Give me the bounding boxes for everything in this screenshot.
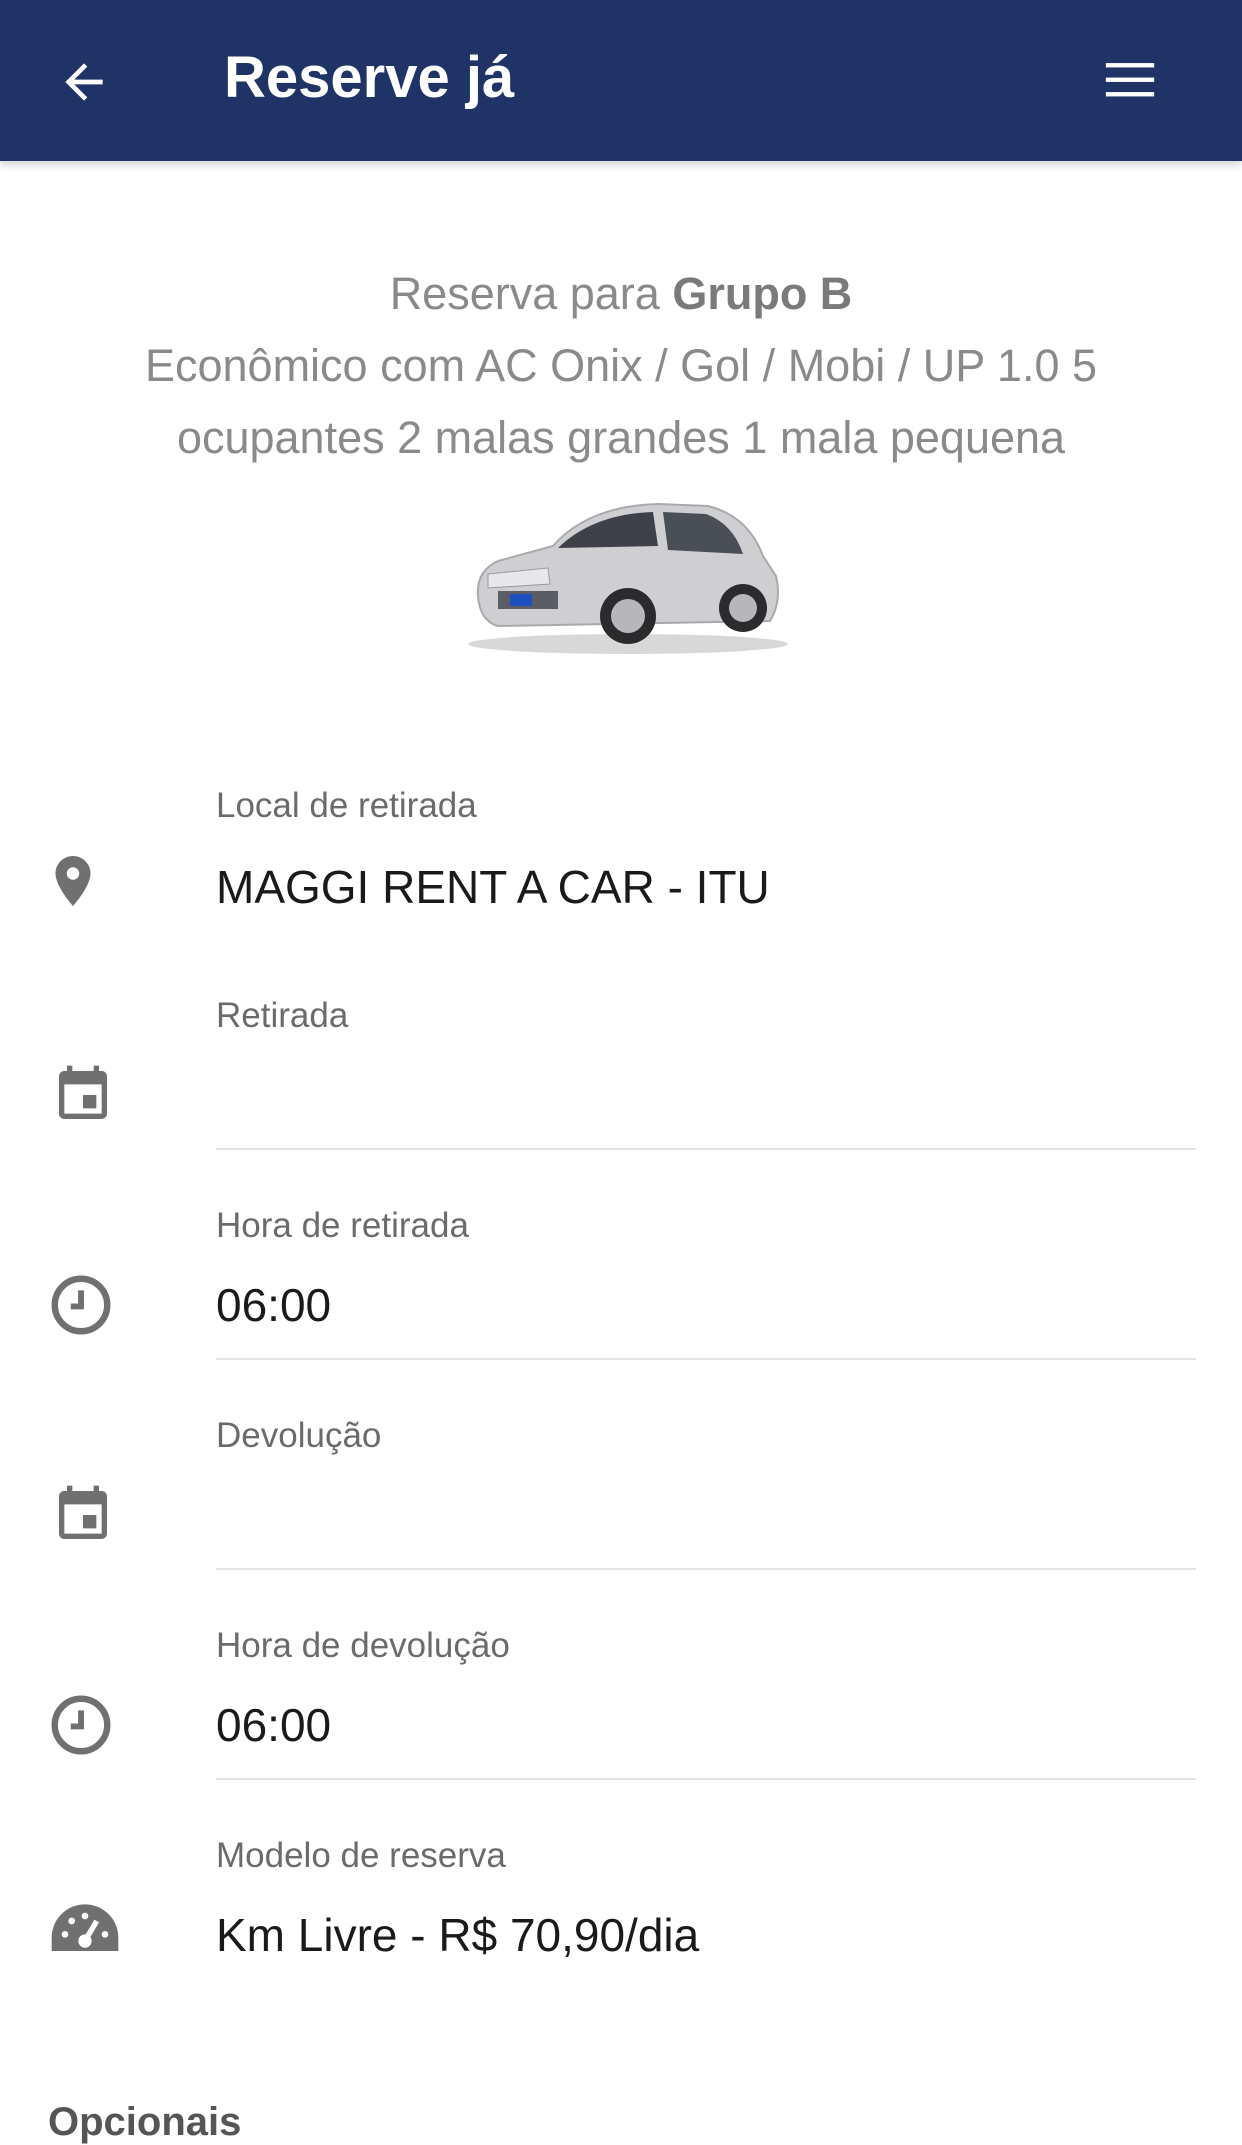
optionals-section-title: Opcionais [48, 2100, 242, 2144]
return-time-underline [216, 1778, 1196, 1780]
hamburger-menu-icon [1105, 63, 1155, 97]
pickup-time-label: Hora de retirada [216, 1206, 469, 1245]
car-image [468, 502, 788, 654]
menu-button[interactable] [1090, 40, 1170, 120]
reservation-model-value: Km Livre - R$ 70,90/dia [216, 1909, 700, 1961]
arrow-left-icon [65, 63, 103, 101]
reservation-prefix: Reserva para [389, 268, 673, 319]
pickup-location-value: MAGGI RENT A CAR - ITU [216, 861, 770, 913]
reservation-group-line: Reserva para Grupo B [0, 258, 1242, 330]
clock-icon [36, 1680, 126, 1770]
reservation-model-label: Modelo de reserva [216, 1836, 506, 1875]
return-date-label: Devolução [216, 1416, 382, 1455]
page-title: Reserve já [224, 45, 515, 110]
calendar-icon [38, 1470, 128, 1560]
pickup-location-label: Local de retirada [216, 786, 477, 825]
return-time-label: Hora de devolução [216, 1626, 510, 1665]
app-bar: Reserve já [0, 0, 1242, 161]
return-date-underline [216, 1568, 1196, 1570]
pickup-time-value: 06:00 [216, 1279, 332, 1331]
pickup-date-label: Retirada [216, 996, 349, 1035]
vehicle-summary: Reserva para Grupo B Econômico com AC On… [0, 258, 1242, 474]
return-time-value: 06:00 [216, 1699, 332, 1751]
vehicle-description-2: ocupantes 2 malas grandes 1 mala pequena [176, 412, 1066, 463]
speedometer-icon [40, 1886, 130, 1976]
pickup-time-underline [216, 1358, 1196, 1360]
group-name: Grupo B [672, 268, 853, 319]
clock-icon [36, 1260, 126, 1350]
pickup-date-underline [216, 1148, 1196, 1150]
back-button[interactable] [44, 42, 124, 122]
vehicle-description-1: Econômico com AC Onix / Gol / Mobi / UP … [144, 340, 1098, 391]
calendar-icon [38, 1050, 128, 1140]
map-pin-icon [28, 836, 118, 926]
